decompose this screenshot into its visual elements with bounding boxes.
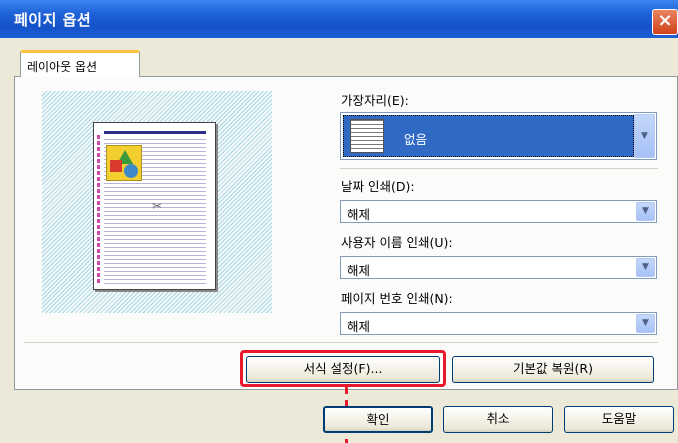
- date-print-value: 해제: [347, 207, 371, 222]
- border-combo[interactable]: 없음 ▼: [340, 112, 657, 160]
- cancel-button[interactable]: 취소: [443, 406, 553, 433]
- chevron-down-icon[interactable]: ▼: [634, 114, 655, 158]
- chevron-down-icon[interactable]: ▼: [636, 314, 655, 333]
- square-icon: [110, 160, 122, 172]
- highlight-box: [240, 350, 446, 387]
- preview-page: ✂: [93, 122, 216, 290]
- page-number-print-select[interactable]: 해제 ▼: [340, 312, 657, 335]
- border-selected-item[interactable]: 없음: [343, 115, 634, 157]
- page-number-print-label: 페이지 번호 인쇄(N):: [341, 291, 453, 306]
- title-bar[interactable]: 페이지 옵션 ×: [0, 0, 678, 38]
- staple-icon: ✂: [152, 199, 163, 213]
- chevron-down-icon[interactable]: ▼: [636, 202, 655, 221]
- ok-button[interactable]: 확인: [323, 406, 433, 433]
- chevron-down-icon[interactable]: ▼: [636, 258, 655, 277]
- border-value: 없음: [404, 132, 428, 147]
- border-label: 가장자리(E):: [341, 93, 409, 108]
- user-print-label: 사용자 이름 인쇄(U):: [341, 235, 453, 250]
- user-print-value: 해제: [347, 263, 371, 278]
- window-title: 페이지 옵션: [14, 11, 92, 29]
- page-edge-stripe: [97, 135, 100, 285]
- circle-icon: [124, 164, 138, 178]
- divider: [24, 342, 658, 343]
- close-icon[interactable]: ×: [652, 9, 678, 35]
- shapes-image-icon: [106, 145, 142, 181]
- border-none-icon: [350, 119, 384, 153]
- tab-label: 레이아웃 옵션: [27, 60, 98, 74]
- divider: [340, 168, 658, 169]
- date-print-select[interactable]: 해제 ▼: [340, 200, 657, 223]
- page-number-print-value: 해제: [347, 319, 371, 334]
- page-options-dialog: 페이지 옵션 × 레이아웃 옵션 ✂ 가장자리(E): 없음 ▼ 날짜 인쇄(D…: [0, 0, 678, 443]
- help-button[interactable]: 도움말: [564, 406, 674, 433]
- page-header-bar: [104, 131, 206, 134]
- restore-default-button[interactable]: 기본값 복원(R): [452, 356, 654, 383]
- user-print-select[interactable]: 해제 ▼: [340, 256, 657, 279]
- tab-layout-options[interactable]: 레이아웃 옵션: [20, 50, 140, 77]
- date-print-label: 날짜 인쇄(D):: [341, 179, 415, 194]
